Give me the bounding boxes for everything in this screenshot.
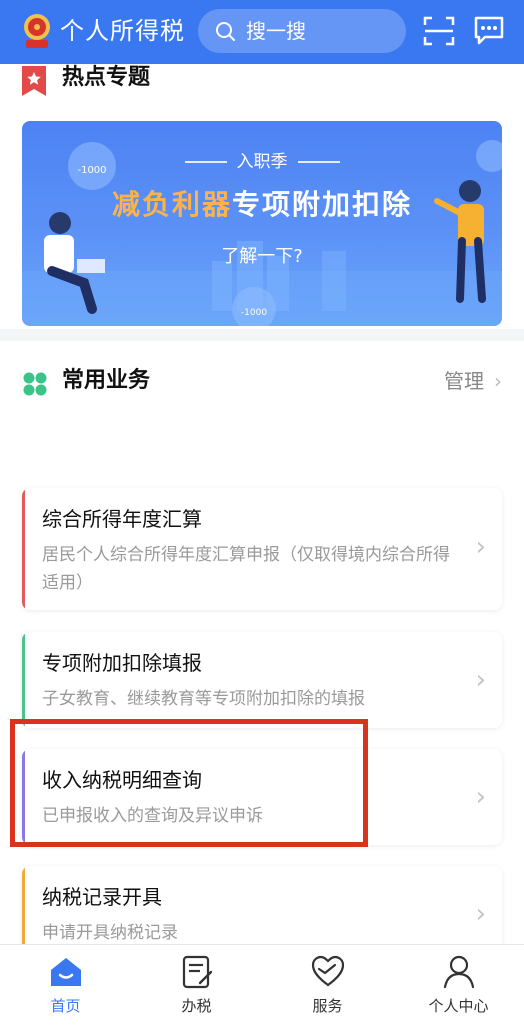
scan-icon[interactable] (422, 14, 456, 48)
hot-topics-section: 热点专题 -1000 -1000 入职季 减负利器专项附加扣除 了解一下? (0, 64, 524, 329)
search-input[interactable]: 搜一搜 (198, 9, 406, 53)
manage-label: 管理 (444, 369, 484, 393)
card-description: 申请开具纳税记录 (42, 923, 178, 943)
message-icon[interactable] (472, 14, 506, 48)
home-icon (51, 958, 81, 986)
tab-label: 个人中心 (428, 997, 489, 1015)
chevron-right-icon: › (475, 532, 486, 562)
section-divider (0, 329, 524, 341)
card-description: 已申报收入的查询及异议申诉 (42, 806, 263, 826)
tab-tax[interactable]: 办税 (131, 945, 262, 1025)
card-title: 专项附加扣除填报 (42, 651, 202, 675)
card-title: 综合所得年度汇算 (42, 507, 202, 531)
chevron-right-icon: › (475, 899, 486, 929)
tab-label: 服务 (312, 997, 343, 1015)
card-accent (22, 488, 25, 610)
app-title: 个人所得税 (60, 17, 185, 45)
service-card-tax-record[interactable]: 纳税记录开具 申请开具纳税记录 › (22, 866, 502, 944)
search-icon (216, 22, 235, 41)
card-title: 收入纳税明细查询 (42, 768, 202, 792)
common-services-title: 常用业务 (62, 368, 151, 393)
tax-form-icon (182, 955, 213, 989)
decor-value-2: -1000 (241, 308, 267, 318)
banner-eyebrow: 入职季 (22, 147, 502, 172)
service-card-income-query[interactable]: 收入纳税明细查询 已申报收入的查询及异议申诉 › (22, 749, 502, 845)
promo-banner[interactable]: -1000 -1000 入职季 减负利器专项附加扣除 了解一下? (22, 121, 502, 326)
main-content: 热点专题 -1000 -1000 入职季 减负利器专项附加扣除 了解一下? 常用… (0, 64, 524, 944)
chevron-right-icon: › (475, 665, 486, 695)
service-card-annual-settlement[interactable]: 综合所得年度汇算 居民个人综合所得年度汇算申报（仅取得境内综合所得适用） › (22, 488, 502, 610)
tab-label: 办税 (181, 997, 212, 1015)
hot-topics-title: 热点专题 (62, 65, 151, 90)
service-card-special-deduction[interactable]: 专项附加扣除填报 子女教育、继续教育等专项附加扣除的填报 › (22, 632, 502, 728)
grid-clover-icon (23, 372, 47, 396)
tab-profile[interactable]: 个人中心 (393, 945, 524, 1025)
banner-title-rest: 专项附加扣除 (232, 188, 413, 221)
tab-home[interactable]: 首页 (0, 945, 131, 1025)
chevron-right-icon: › (494, 369, 502, 393)
banner-title: 减负利器专项附加扣除 (22, 185, 502, 225)
card-description: 子女教育、继续教育等专项附加扣除的填报 (42, 689, 365, 709)
card-accent (22, 749, 25, 845)
hot-badge-icon (22, 66, 46, 96)
chevron-right-icon: › (475, 782, 486, 812)
bottom-tab-bar: 首页 办税 服务 个人中心 (0, 944, 524, 1025)
tab-label: 首页 (50, 997, 81, 1015)
card-accent (22, 632, 25, 728)
card-description: 居民个人综合所得年度汇算申报（仅取得境内综合所得适用） (42, 545, 450, 593)
card-accent (22, 866, 25, 944)
banner-cta[interactable]: 了解一下? (22, 242, 502, 268)
user-icon (443, 955, 475, 989)
tab-service[interactable]: 服务 (262, 945, 393, 1025)
search-placeholder: 搜一搜 (246, 19, 306, 43)
emblem-icon (24, 14, 50, 48)
service-heart-icon (311, 955, 345, 987)
top-bar: 个人所得税 搜一搜 (0, 0, 524, 64)
common-services-section: 常用业务 管理 › 综合所得年度汇算 居民个人综合所得年度汇算申报（仅取得境内综合… (0, 341, 524, 944)
manage-button[interactable]: 管理 › (444, 367, 502, 395)
banner-title-highlight: 减负利器 (111, 188, 232, 221)
card-title: 纳税记录开具 (42, 885, 162, 909)
